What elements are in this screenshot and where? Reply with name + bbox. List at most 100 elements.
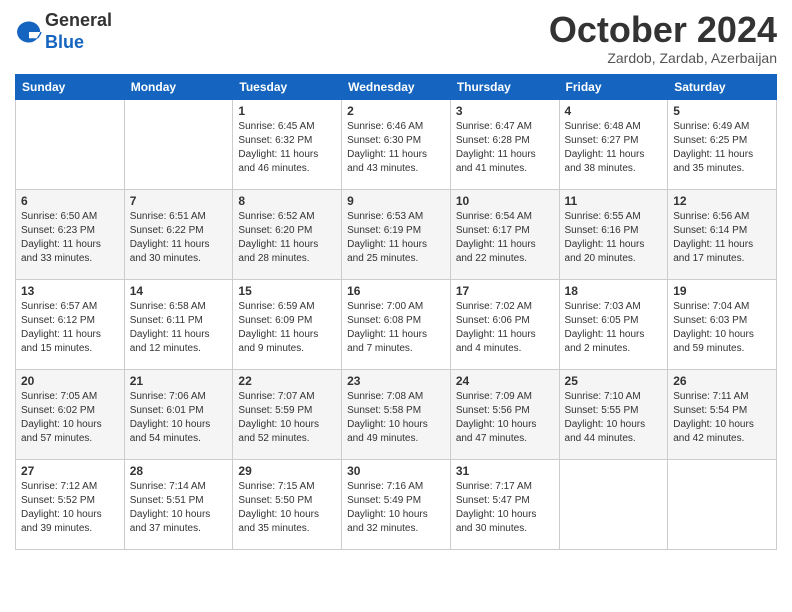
calendar-cell: 5 Sunrise: 6:49 AM Sunset: 6:25 PM Daylig…: [668, 99, 777, 189]
cell-content: Sunrise: 6:53 AM Sunset: 6:19 PM Dayligh…: [347, 210, 445, 266]
cell-content: Sunrise: 6:45 AM Sunset: 6:32 PM Dayligh…: [238, 120, 336, 176]
day-number: 10: [456, 194, 554, 208]
cell-content: Sunrise: 7:03 AM Sunset: 6:05 PM Dayligh…: [565, 300, 663, 356]
cell-content: Sunrise: 6:46 AM Sunset: 6:30 PM Dayligh…: [347, 120, 445, 176]
calendar-cell: 27 Sunrise: 7:12 AM Sunset: 5:52 PM Dayli…: [16, 459, 125, 549]
day-number: 22: [238, 374, 336, 388]
cell-content: Sunrise: 7:14 AM Sunset: 5:51 PM Dayligh…: [130, 480, 228, 536]
calendar-cell: 2Sunrise: 6:46 AM Sunset: 6:30 PM Daylig…: [342, 99, 451, 189]
day-number: 3: [456, 104, 554, 118]
cell-content: Sunrise: 7:16 AM Sunset: 5:49 PM Dayligh…: [347, 480, 445, 536]
day-number: 18: [565, 284, 663, 298]
cell-content: Sunrise: 6:58 AM Sunset: 6:11 PM Dayligh…: [130, 300, 228, 356]
cell-content: Sunrise: 6:54 AM Sunset: 6:17 PM Dayligh…: [456, 210, 554, 266]
calendar-cell: 21Sunrise: 7:06 AM Sunset: 6:01 PM Dayli…: [124, 369, 233, 459]
logo-general: General: [45, 10, 112, 32]
calendar-cell: 17 Sunrise: 7:02 AM Sunset: 6:06 PM Dayli…: [450, 279, 559, 369]
day-number: 25: [565, 374, 663, 388]
cell-content: Sunrise: 7:06 AM Sunset: 6:01 PM Dayligh…: [130, 390, 228, 446]
header-row: SundayMondayTuesdayWednesdayThursdayFrid…: [16, 74, 777, 99]
logo-blue: Blue: [45, 32, 112, 54]
calendar-cell: 26 Sunrise: 7:11 AM Sunset: 5:54 PM Dayli…: [668, 369, 777, 459]
calendar-cell: 31 Sunrise: 7:17 AM Sunset: 5:47 PM Dayli…: [450, 459, 559, 549]
weekday-header: Thursday: [450, 74, 559, 99]
day-number: 24: [456, 374, 554, 388]
cell-content: Sunrise: 6:49 AM Sunset: 6:25 PM Dayligh…: [673, 120, 771, 176]
day-number: 23: [347, 374, 445, 388]
calendar-cell: 10 Sunrise: 6:54 AM Sunset: 6:17 PM Dayli…: [450, 189, 559, 279]
cell-content: Sunrise: 7:15 AM Sunset: 5:50 PM Dayligh…: [238, 480, 336, 536]
calendar-cell: 25 Sunrise: 7:10 AM Sunset: 5:55 PM Dayli…: [559, 369, 668, 459]
cell-content: Sunrise: 6:57 AM Sunset: 6:12 PM Dayligh…: [21, 300, 119, 356]
day-number: 20: [21, 374, 119, 388]
cell-content: Sunrise: 7:12 AM Sunset: 5:52 PM Dayligh…: [21, 480, 119, 536]
calendar-week-row: 27 Sunrise: 7:12 AM Sunset: 5:52 PM Dayli…: [16, 459, 777, 549]
cell-content: Sunrise: 7:07 AM Sunset: 5:59 PM Dayligh…: [238, 390, 336, 446]
calendar-cell: 1 Sunrise: 6:45 AM Sunset: 6:32 PM Daylig…: [233, 99, 342, 189]
day-number: 29: [238, 464, 336, 478]
calendar-cell: 13 Sunrise: 6:57 AM Sunset: 6:12 PM Dayli…: [16, 279, 125, 369]
cell-content: Sunrise: 7:17 AM Sunset: 5:47 PM Dayligh…: [456, 480, 554, 536]
day-number: 19: [673, 284, 771, 298]
day-number: 6: [21, 194, 119, 208]
day-number: 7: [130, 194, 228, 208]
day-number: 31: [456, 464, 554, 478]
month-title: October 2024: [549, 10, 777, 50]
calendar-cell: 22 Sunrise: 7:07 AM Sunset: 5:59 PM Dayli…: [233, 369, 342, 459]
calendar-cell: 7Sunrise: 6:51 AM Sunset: 6:22 PM Daylig…: [124, 189, 233, 279]
day-number: 9: [347, 194, 445, 208]
calendar-cell: 3 Sunrise: 6:47 AM Sunset: 6:28 PM Daylig…: [450, 99, 559, 189]
day-number: 5: [673, 104, 771, 118]
cell-content: Sunrise: 6:55 AM Sunset: 6:16 PM Dayligh…: [565, 210, 663, 266]
calendar-cell: 11 Sunrise: 6:55 AM Sunset: 6:16 PM Dayli…: [559, 189, 668, 279]
cell-content: Sunrise: 7:04 AM Sunset: 6:03 PM Dayligh…: [673, 300, 771, 356]
day-number: 30: [347, 464, 445, 478]
cell-content: Sunrise: 7:09 AM Sunset: 5:56 PM Dayligh…: [456, 390, 554, 446]
day-number: 27: [21, 464, 119, 478]
cell-content: Sunrise: 7:08 AM Sunset: 5:58 PM Dayligh…: [347, 390, 445, 446]
weekday-header: Tuesday: [233, 74, 342, 99]
logo: General Blue: [15, 10, 112, 53]
calendar-cell: 29 Sunrise: 7:15 AM Sunset: 5:50 PM Dayli…: [233, 459, 342, 549]
logo-text: General Blue: [45, 10, 112, 53]
day-number: 28: [130, 464, 228, 478]
calendar-cell: 16Sunrise: 7:00 AM Sunset: 6:08 PM Dayli…: [342, 279, 451, 369]
day-number: 16: [347, 284, 445, 298]
weekday-header: Wednesday: [342, 74, 451, 99]
calendar-cell: 24 Sunrise: 7:09 AM Sunset: 5:56 PM Dayli…: [450, 369, 559, 459]
weekday-header: Friday: [559, 74, 668, 99]
cell-content: Sunrise: 7:05 AM Sunset: 6:02 PM Dayligh…: [21, 390, 119, 446]
weekday-header: Monday: [124, 74, 233, 99]
calendar-week-row: 1 Sunrise: 6:45 AM Sunset: 6:32 PM Daylig…: [16, 99, 777, 189]
calendar-week-row: 13 Sunrise: 6:57 AM Sunset: 6:12 PM Dayli…: [16, 279, 777, 369]
cell-content: Sunrise: 6:56 AM Sunset: 6:14 PM Dayligh…: [673, 210, 771, 266]
calendar-week-row: 6 Sunrise: 6:50 AM Sunset: 6:23 PM Daylig…: [16, 189, 777, 279]
cell-content: Sunrise: 6:50 AM Sunset: 6:23 PM Dayligh…: [21, 210, 119, 266]
calendar-cell: 8Sunrise: 6:52 AM Sunset: 6:20 PM Daylig…: [233, 189, 342, 279]
day-number: 26: [673, 374, 771, 388]
cell-content: Sunrise: 6:48 AM Sunset: 6:27 PM Dayligh…: [565, 120, 663, 176]
day-number: 13: [21, 284, 119, 298]
calendar-cell: 14 Sunrise: 6:58 AM Sunset: 6:11 PM Dayli…: [124, 279, 233, 369]
cell-content: Sunrise: 7:11 AM Sunset: 5:54 PM Dayligh…: [673, 390, 771, 446]
calendar-cell: 4 Sunrise: 6:48 AM Sunset: 6:27 PM Daylig…: [559, 99, 668, 189]
calendar-cell: 20 Sunrise: 7:05 AM Sunset: 6:02 PM Dayli…: [16, 369, 125, 459]
calendar-cell: 28 Sunrise: 7:14 AM Sunset: 5:51 PM Dayli…: [124, 459, 233, 549]
calendar-cell: 9 Sunrise: 6:53 AM Sunset: 6:19 PM Daylig…: [342, 189, 451, 279]
cell-content: Sunrise: 6:47 AM Sunset: 6:28 PM Dayligh…: [456, 120, 554, 176]
day-number: 1: [238, 104, 336, 118]
day-number: 12: [673, 194, 771, 208]
day-number: 11: [565, 194, 663, 208]
page-header: General Blue October 2024 Zardob, Zardab…: [15, 10, 777, 66]
page-container: General Blue October 2024 Zardob, Zardab…: [0, 0, 792, 560]
calendar-cell: [124, 99, 233, 189]
location: Zardob, Zardab, Azerbaijan: [549, 50, 777, 66]
calendar-table: SundayMondayTuesdayWednesdayThursdayFrid…: [15, 74, 777, 550]
day-number: 14: [130, 284, 228, 298]
cell-content: Sunrise: 7:02 AM Sunset: 6:06 PM Dayligh…: [456, 300, 554, 356]
day-number: 4: [565, 104, 663, 118]
cell-content: Sunrise: 6:52 AM Sunset: 6:20 PM Dayligh…: [238, 210, 336, 266]
logo-icon: [15, 18, 43, 46]
day-number: 17: [456, 284, 554, 298]
cell-content: Sunrise: 7:10 AM Sunset: 5:55 PM Dayligh…: [565, 390, 663, 446]
